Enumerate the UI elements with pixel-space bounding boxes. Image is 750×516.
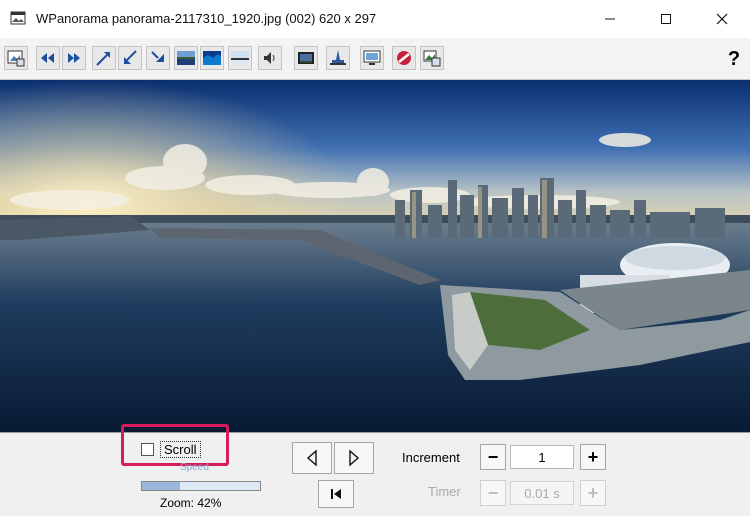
previous-button[interactable] [292, 442, 332, 474]
scroll-left-button[interactable] [36, 46, 60, 70]
close-icon [716, 13, 728, 25]
scroll-left-icon [41, 53, 54, 63]
speed-slider[interactable] [141, 481, 261, 491]
open-image-button[interactable] [4, 46, 28, 70]
monument-button[interactable] [326, 46, 350, 70]
zoom-out-icon [124, 50, 137, 64]
title-bar: WPanorama panorama-2117310_1920.jpg (002… [0, 0, 750, 38]
zoom-in-button[interactable] [92, 46, 116, 70]
screensaver-button[interactable] [294, 46, 318, 70]
timer-decrease-button[interactable]: − [480, 480, 506, 506]
sound-button[interactable] [258, 46, 282, 70]
speed-slider-fill [142, 482, 180, 490]
window-title: WPanorama panorama-2117310_1920.jpg (002… [36, 11, 377, 26]
no-entry-button[interactable] [392, 46, 416, 70]
next-button[interactable] [334, 442, 374, 474]
scroll-checkbox[interactable] [141, 443, 154, 456]
timer-label: Timer [428, 484, 461, 499]
maximize-button[interactable] [638, 0, 694, 38]
monitor-icon [363, 50, 381, 65]
close-button[interactable] [694, 0, 750, 38]
minimize-button[interactable] [582, 0, 638, 38]
timer-field[interactable]: 0.01 s [510, 481, 574, 505]
skip-start-icon [331, 489, 341, 499]
screensaver-icon [298, 52, 314, 64]
landscape-button[interactable] [174, 46, 198, 70]
increment-field[interactable]: 1 [510, 445, 574, 469]
increment-decrease-button[interactable]: − [480, 444, 506, 470]
seascape-icon [203, 51, 221, 65]
sound-icon [264, 52, 275, 64]
gallery-icon [423, 50, 441, 67]
monitor-button[interactable] [360, 46, 384, 70]
scroll-right-button[interactable] [62, 46, 86, 70]
increment-increase-button[interactable]: + [580, 444, 606, 470]
panorama-app-icon [10, 11, 26, 25]
zoom-in-icon [96, 52, 110, 66]
go-to-start-button[interactable] [318, 480, 354, 508]
scroll-label: Scroll [160, 441, 201, 458]
speed-label: Speed [180, 462, 209, 473]
timer-increase-button[interactable]: + [580, 480, 606, 506]
increment-label: Increment [402, 450, 460, 465]
open-image-icon [7, 50, 25, 67]
no-entry-icon [397, 51, 411, 65]
triangle-right-icon [349, 449, 360, 467]
triangle-left-icon [306, 449, 317, 467]
maximize-icon [661, 14, 671, 24]
horizon-button[interactable] [228, 46, 252, 70]
scroll-toggle[interactable]: Scroll [141, 441, 201, 458]
horizon-icon [231, 51, 249, 65]
toolbar: ? [0, 38, 750, 113]
panorama-picture [0, 80, 750, 432]
zoom-label: Zoom: 42% [160, 496, 222, 510]
zoom-out-button[interactable] [118, 46, 142, 70]
panorama-image[interactable] [0, 80, 750, 432]
landscape-icon [177, 51, 195, 65]
monument-icon [330, 50, 346, 65]
fit-button[interactable] [146, 46, 170, 70]
minimize-icon [605, 18, 615, 20]
seascape-button[interactable] [200, 46, 224, 70]
gallery-button[interactable] [420, 46, 444, 70]
control-panel [0, 432, 750, 516]
fit-icon [151, 51, 164, 62]
scroll-right-icon [68, 53, 80, 63]
help-button[interactable]: ? [722, 46, 746, 72]
